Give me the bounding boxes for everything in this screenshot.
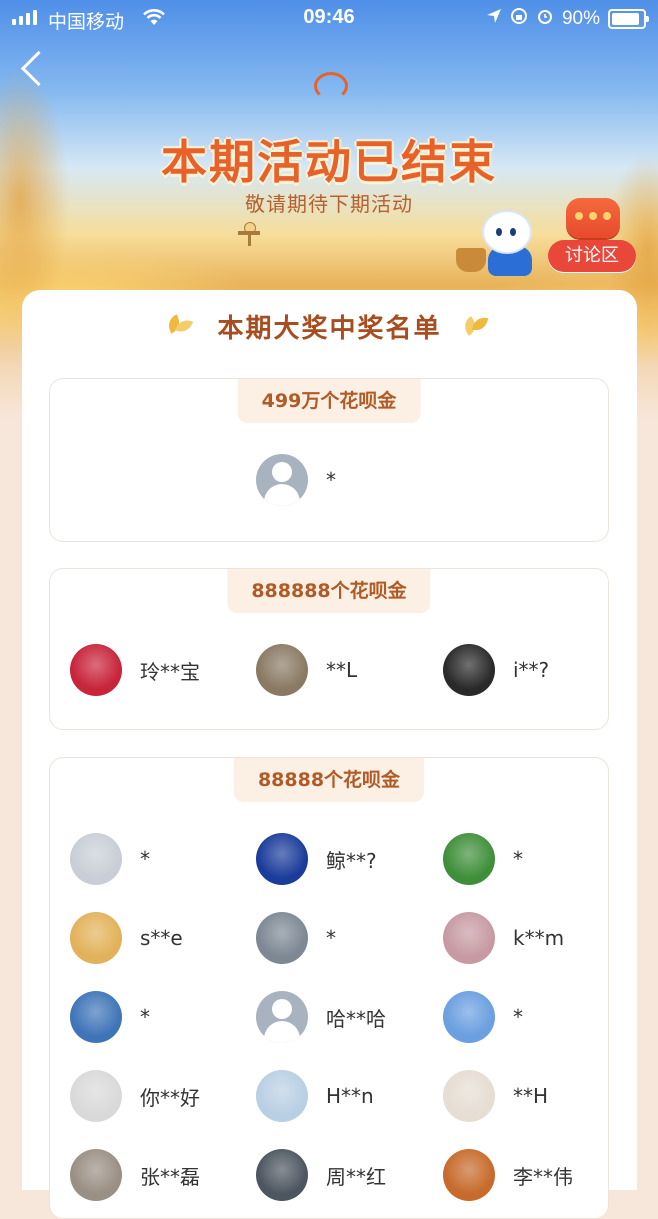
winner-name: 周**红 [326, 1164, 386, 1189]
winner-item: * [256, 453, 336, 507]
chat-bubble-icon [566, 198, 620, 238]
winner-name: H**n [326, 1084, 374, 1108]
winner-name: * [513, 847, 523, 871]
avatar [256, 644, 308, 696]
prize-label: 499万个花呗金 [237, 379, 421, 423]
winner-item: s**e [70, 911, 183, 965]
rotation-lock-icon [510, 7, 528, 31]
avatar [256, 833, 308, 885]
winner-name: k**m [513, 926, 565, 950]
avatar [256, 1070, 308, 1122]
avatar [256, 1149, 308, 1201]
prize-card-tier-1: 499万个花呗金 * [49, 378, 609, 542]
battery-icon [608, 9, 649, 29]
winner-item: * [70, 832, 150, 886]
winner-item: * [70, 990, 150, 1044]
winner-name: * [326, 926, 336, 950]
alarm-icon [536, 7, 554, 31]
winner-item: 李**伟 [443, 1148, 573, 1202]
winner-item: 鲸**? [256, 832, 377, 886]
avatar [256, 912, 308, 964]
winner-name: * [140, 1005, 150, 1029]
winner-name: * [326, 468, 336, 492]
status-bar: 中国移动 09:46 90% [0, 0, 658, 36]
winner-name: **H [513, 1084, 549, 1108]
huahuaka-logo [296, 72, 362, 118]
winner-name: i**? [513, 658, 550, 682]
page-title: 本期活动已结束 [161, 135, 497, 189]
winners-panel: 本期大奖中奖名单 499万个花呗金 * 888888个花呗金 玲**宝 **L i*… [22, 290, 637, 1219]
default-avatar-icon [256, 454, 308, 506]
winner-item: 你**好 [70, 1069, 200, 1123]
winner-name: s**e [140, 926, 183, 950]
leaf-icon-right [460, 314, 489, 336]
avatar [443, 644, 495, 696]
prize-label: 88888个花呗金 [233, 758, 425, 802]
avatar [443, 991, 495, 1043]
winner-name: **L [326, 658, 358, 682]
winner-item: k**m [443, 911, 564, 965]
winner-name: * [513, 1005, 523, 1029]
location-icon [486, 8, 502, 30]
winner-name: 玲**宝 [140, 659, 200, 684]
avatar [443, 1149, 495, 1201]
winner-name: 鲸**? [326, 848, 377, 873]
avatar [70, 644, 122, 696]
winner-item: 张**磊 [70, 1148, 200, 1202]
default-avatar-icon [256, 991, 308, 1043]
avatar [70, 1070, 122, 1122]
avatar [70, 991, 122, 1043]
winner-item: **H [443, 1069, 548, 1123]
avatar [443, 1070, 495, 1122]
winner-item: * [443, 832, 523, 886]
winner-item: 哈**哈 [256, 990, 386, 1044]
avatar [70, 912, 122, 964]
prize-card-tier-2: 888888个花呗金 玲**宝 **L i**? [49, 568, 609, 730]
prize-label: 888888个花呗金 [227, 569, 431, 613]
discussion-label: 讨论区 [548, 240, 636, 272]
winner-item: i**? [443, 643, 549, 697]
avatar [443, 912, 495, 964]
winner-name: * [140, 847, 150, 871]
winner-item: 玲**宝 [70, 643, 200, 697]
avatar [70, 833, 122, 885]
winner-item: * [443, 990, 523, 1044]
winner-item: * [256, 911, 336, 965]
avatar [443, 833, 495, 885]
winner-name: 哈**哈 [326, 1006, 386, 1031]
winner-name: 李**伟 [513, 1164, 573, 1189]
winner-item: 周**红 [256, 1148, 386, 1202]
avatar [70, 1149, 122, 1201]
mascot-illustration [456, 212, 538, 276]
prize-card-tier-3: 88888个花呗金 * 鲸**? * s**e * k**m * 哈**哈 * 你**好 H**n *… [49, 757, 609, 1219]
winner-item: H**n [256, 1069, 374, 1123]
winner-name: 张**磊 [140, 1164, 200, 1189]
battery-percent: 90% [561, 8, 600, 29]
winner-name: 你**好 [140, 1085, 200, 1110]
winner-item: **L [256, 643, 357, 697]
scarecrow-icon [238, 222, 260, 246]
discussion-button[interactable]: 讨论区 [548, 198, 636, 276]
panel-title: 本期大奖中奖名单 [217, 314, 442, 344]
